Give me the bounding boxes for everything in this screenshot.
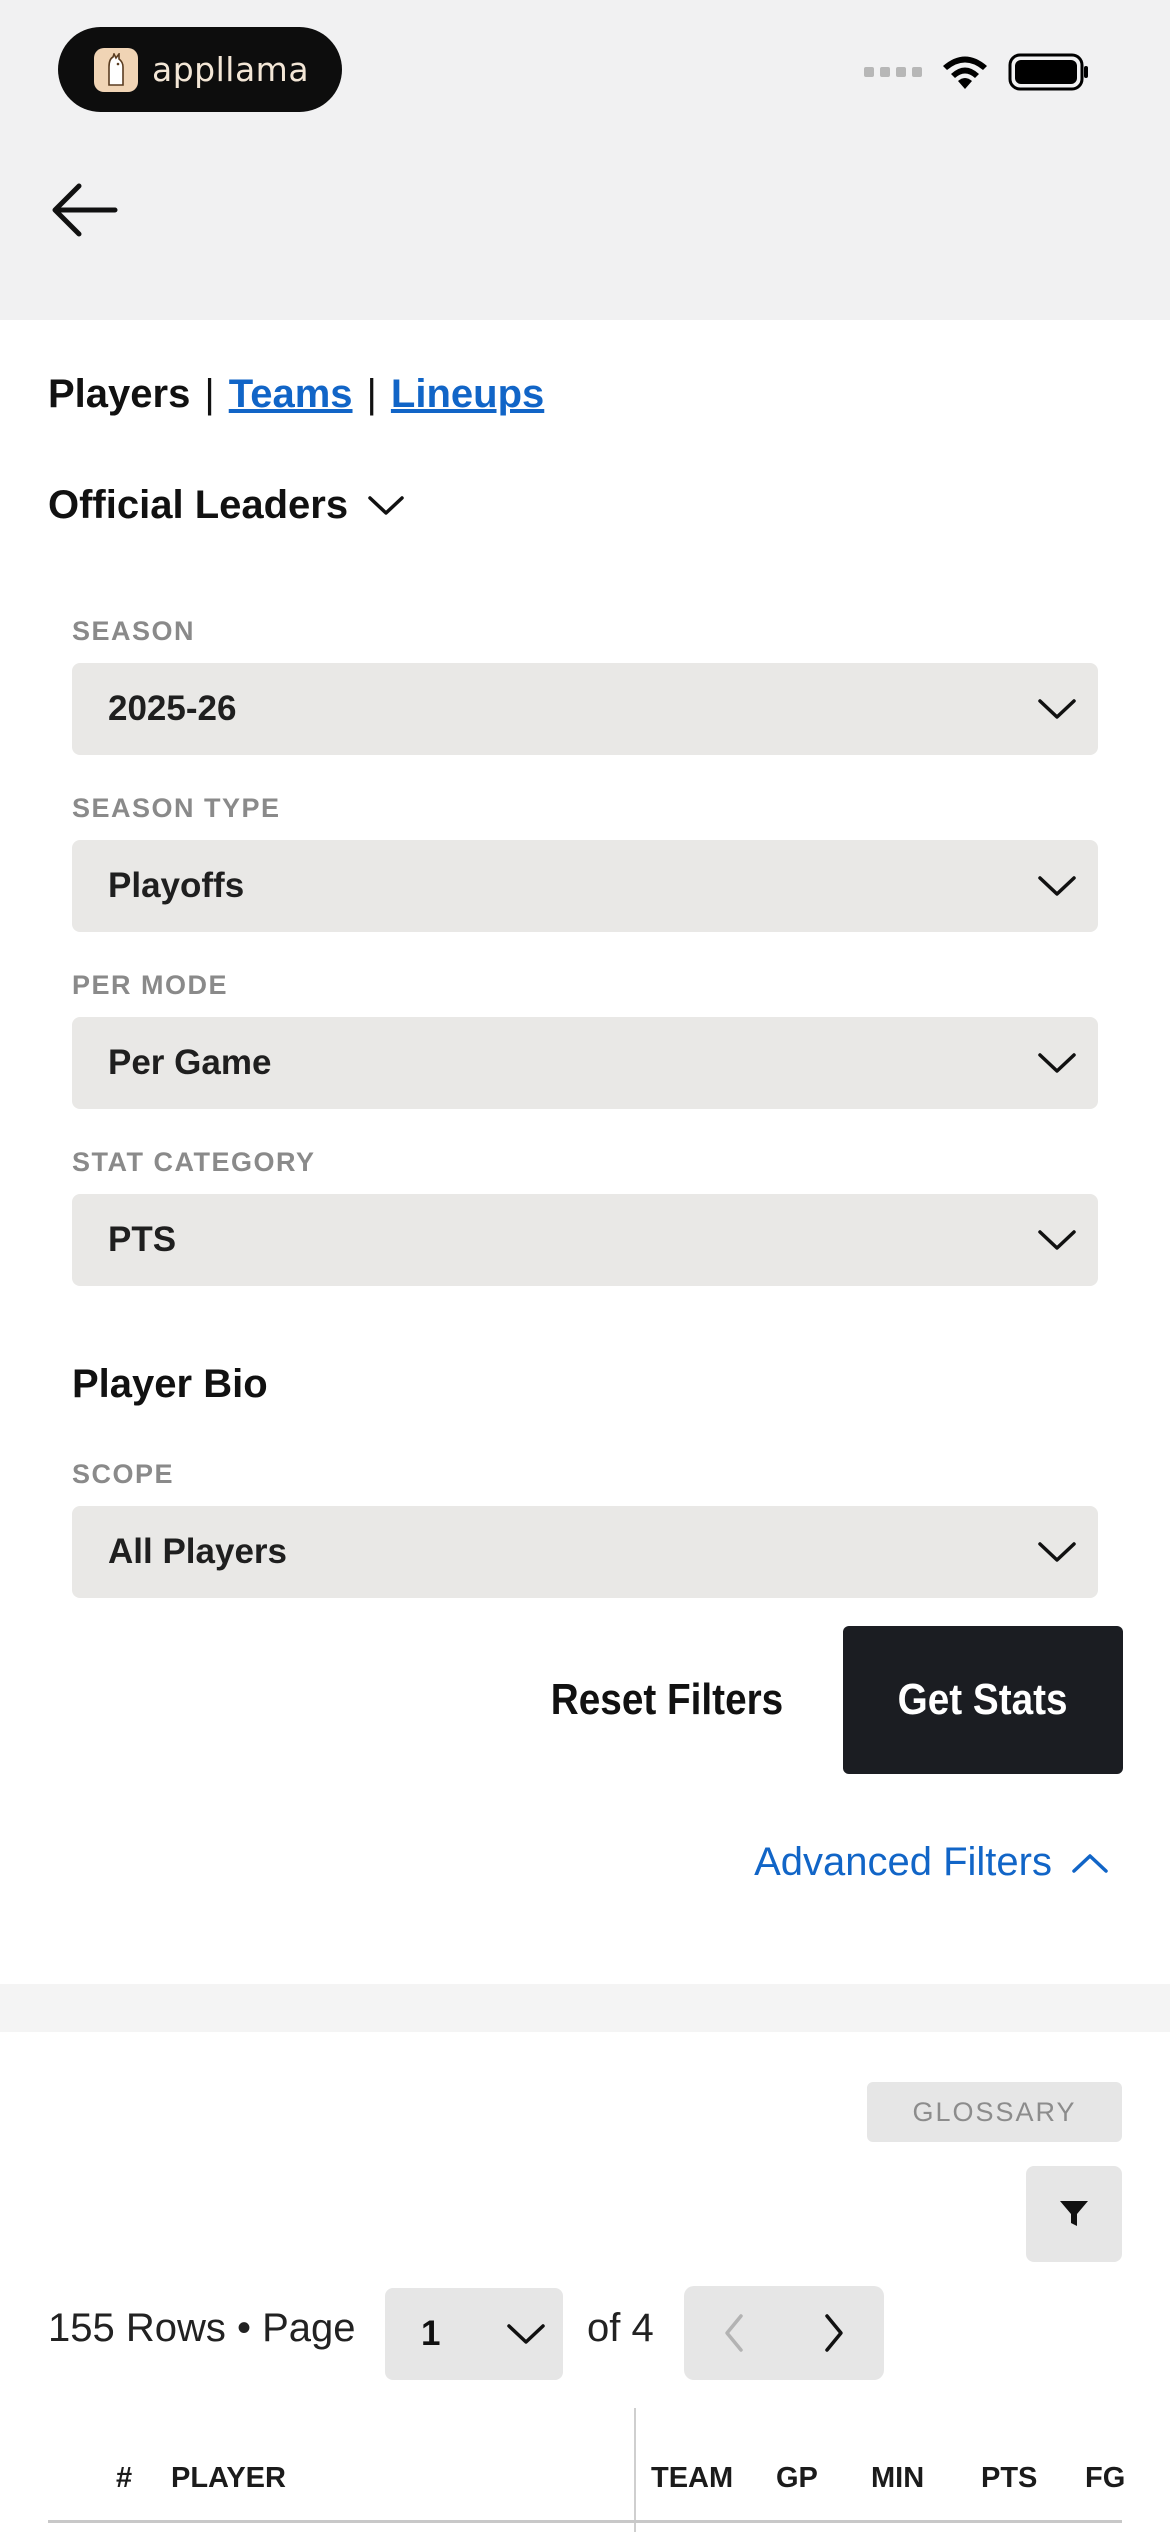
previous-page-button[interactable]: [684, 2286, 784, 2380]
season-type-label: SEASON TYPE: [72, 793, 281, 823]
table-filter-button[interactable]: [1026, 2166, 1122, 2262]
signal-dots-icon: [864, 67, 922, 77]
scope-label: SCOPE: [72, 1459, 175, 1489]
stat-category-value: PTS: [108, 1220, 177, 1259]
season-value: 2025-26: [108, 689, 237, 728]
season-type-value: Playoffs: [108, 866, 245, 905]
tab-separator: |: [204, 372, 215, 416]
stat-category-select[interactable]: PTS: [72, 1194, 1098, 1286]
reset-filters-button[interactable]: Reset Filters: [545, 1626, 790, 1774]
advanced-filters-label: Advanced Filters: [754, 1840, 1052, 1884]
app-pill: appllama: [58, 27, 342, 112]
get-stats-label: Get Stats: [897, 1675, 1068, 1724]
chevron-down-icon: [1038, 1542, 1076, 1562]
tab-lineups[interactable]: Lineups: [391, 372, 544, 417]
funnel-icon: [1060, 2201, 1088, 2226]
get-stats-button[interactable]: Get Stats: [843, 1626, 1123, 1774]
season-select[interactable]: 2025-26: [72, 663, 1098, 755]
chevron-down-icon: [1038, 1230, 1076, 1250]
scope-value: All Players: [108, 1532, 287, 1571]
column-divider: [634, 2408, 636, 2532]
status-icons: [864, 52, 1090, 92]
chevron-right-icon: [825, 2314, 843, 2352]
column-header-player[interactable]: PLAYER: [171, 2462, 286, 2495]
column-header-pts[interactable]: PTS: [981, 2462, 1037, 2495]
chevron-down-icon: [1038, 699, 1076, 719]
page-select[interactable]: 1: [385, 2288, 563, 2380]
chevron-up-icon: [1072, 1853, 1108, 1873]
column-header-team[interactable]: TEAM: [651, 2462, 733, 2495]
chevron-left-icon: [725, 2314, 743, 2352]
app-pill-label: appllama: [152, 50, 310, 89]
chevron-down-icon: [507, 2324, 545, 2344]
llama-logo-icon: [94, 47, 138, 92]
chevron-down-icon: [1038, 1053, 1076, 1073]
page-total-text: of 4: [587, 2306, 654, 2350]
next-page-button[interactable]: [784, 2286, 884, 2380]
player-bio-heading: Player Bio: [72, 1362, 268, 1406]
table-header-rule: [48, 2520, 1122, 2523]
page-select-value: 1: [421, 2314, 441, 2353]
tab-separator: |: [366, 372, 377, 416]
column-header-gp[interactable]: GP: [776, 2462, 818, 2495]
column-header-fg[interactable]: FG: [1085, 2462, 1125, 2495]
advanced-filters-toggle[interactable]: Advanced Filters: [754, 1840, 1110, 1885]
chevron-down-icon: [368, 495, 404, 515]
column-header-rank[interactable]: #: [116, 2462, 132, 2495]
arrow-left-icon: [52, 183, 118, 237]
section-divider: [0, 1984, 1170, 2032]
scope-select[interactable]: All Players: [72, 1506, 1098, 1598]
glossary-button[interactable]: GLOSSARY: [867, 2082, 1122, 2142]
stat-category-label: STAT CATEGORY: [72, 1147, 316, 1177]
per-mode-value: Per Game: [108, 1043, 272, 1082]
official-leaders-dropdown[interactable]: Official Leaders: [48, 483, 406, 528]
rows-count-text: 155 Rows • Page: [48, 2306, 356, 2350]
season-type-select[interactable]: Playoffs: [72, 840, 1098, 932]
tab-players[interactable]: Players: [48, 372, 190, 417]
official-leaders-label: Official Leaders: [48, 483, 349, 527]
tab-teams[interactable]: Teams: [229, 372, 353, 417]
stats-nav: Players | Teams | Lineups: [48, 372, 544, 417]
chevron-down-icon: [1038, 876, 1076, 896]
pagination-controls: [684, 2286, 884, 2380]
column-header-min[interactable]: MIN: [871, 2462, 924, 2495]
per-mode-select[interactable]: Per Game: [72, 1017, 1098, 1109]
season-label: SEASON: [72, 616, 196, 646]
stats-table-header: # PLAYER TEAM GP MIN PTS FG: [48, 2408, 1125, 2532]
per-mode-label: PER MODE: [72, 970, 229, 1000]
back-button[interactable]: [44, 170, 124, 250]
wifi-icon: [943, 56, 987, 89]
battery-icon: [1008, 53, 1088, 91]
